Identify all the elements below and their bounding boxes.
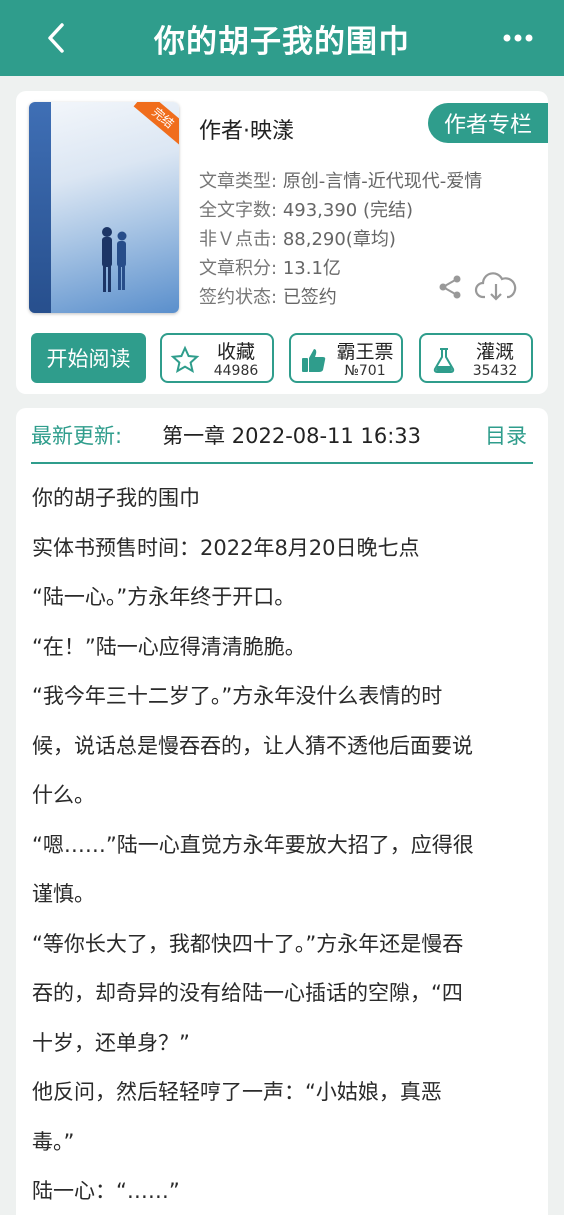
nutrient-flask-icon (433, 348, 455, 373)
chapter-text: 你的胡子我的围巾 实体书预售时间：2022年8月20日晚七点 “陆一心。”方永年… (32, 474, 532, 1215)
completed-badge: 完结 (133, 102, 179, 145)
book-cover[interactable]: 完结 (29, 102, 179, 313)
meta-clicks: 非Ｖ点击: 88,290(章均) (199, 229, 396, 250)
author-column-button[interactable]: 作者专栏 (428, 103, 548, 143)
text-line: 吞的，却奇异的没有给陆一心插话的空隙，“四 (32, 981, 463, 1005)
back-button[interactable] (38, 18, 74, 58)
favorite-button[interactable]: 收藏 44986 (160, 333, 274, 383)
chapter-content: 最新更新: 第一章 2022-08-11 16:33 目录 你的胡子我的围巾 实… (16, 408, 548, 1215)
text-line: “在！”陆一心应得清清脆脆。 (32, 634, 306, 659)
more-dots-icon (503, 34, 533, 42)
text-line: 十岁，还单身？” (32, 1030, 190, 1055)
text-line: “陆一心。”方永年终于开口。 (32, 585, 296, 609)
overlord-ticket-button[interactable]: 霸王票 №701 (289, 333, 403, 383)
text-line: “等你长大了，我都快四十了。”方永年还是慢吞 (32, 931, 464, 956)
favorite-label: 收藏 (216, 341, 255, 363)
text-line: “嗯……”陆一心直觉方永年要放大招了，应得很 (32, 832, 474, 857)
latest-update-bar[interactable]: 最新更新: 第一章 2022-08-11 16:33 目录 (31, 408, 533, 464)
text-line: 实体书预售时间：2022年8月20日晚七点 (32, 535, 420, 560)
meta-word-count: 全文字数: 493,390 (完结) (199, 200, 414, 221)
text-line: 什么。 (32, 783, 95, 807)
irrigate-label: 灌溉 (475, 341, 514, 363)
irrigate-count: 35432 (472, 363, 518, 379)
irrigate-button[interactable]: 灌溉 35432 (419, 333, 533, 383)
book-actions: 开始阅读 收藏 44986 霸王票 №701 灌溉 35432 (31, 333, 533, 383)
text-line: 你的胡子我的围巾 (32, 486, 200, 510)
cover-spine (29, 102, 51, 313)
text-line: 谨慎。 (32, 882, 95, 906)
text-line: 毒。” (32, 1129, 75, 1154)
meta-type: 文章类型: 原创-言情-近代现代-爱情 (199, 171, 483, 192)
thumbs-up-icon (302, 349, 326, 372)
star-icon (170, 345, 200, 374)
cloud-download-icon[interactable] (474, 271, 518, 303)
cover-figures-illustration (102, 227, 127, 292)
chevron-left-icon (48, 23, 64, 53)
latest-chapter-info[interactable]: 第一章 2022-08-11 16:33 (162, 420, 427, 450)
app-header: 你的胡子我的围巾 (0, 0, 564, 76)
favorite-count: 44986 (213, 363, 259, 379)
overlord-ticket-label: 霸王票 (336, 341, 394, 363)
author-name[interactable]: 作者·映漾 (199, 113, 294, 145)
book-info-card: 完结 作者·映漾 作者专栏 文章类型: 原创-言情-近代现代-爱情 全文字数: … (16, 91, 548, 394)
table-of-contents-link[interactable]: 目录 (485, 420, 527, 450)
text-line: 候，说话总是慢吞吞的，让人猜不透他后面要说 (32, 733, 473, 758)
overlord-ticket-count: №701 (344, 363, 386, 379)
text-line: 陆一心：“……” (32, 1179, 180, 1203)
page-title: 你的胡子我的围巾 (154, 23, 410, 60)
share-icon[interactable] (437, 274, 463, 300)
latest-update-label: 最新更新: (31, 424, 123, 448)
text-line: 他反问，然后轻轻哼了一声：“小姑娘，真恶 (32, 1080, 442, 1104)
text-line: “我今年三十二岁了。”方永年没什么表情的时 (32, 684, 443, 708)
start-reading-button[interactable]: 开始阅读 (31, 333, 146, 383)
more-button[interactable] (498, 22, 538, 54)
